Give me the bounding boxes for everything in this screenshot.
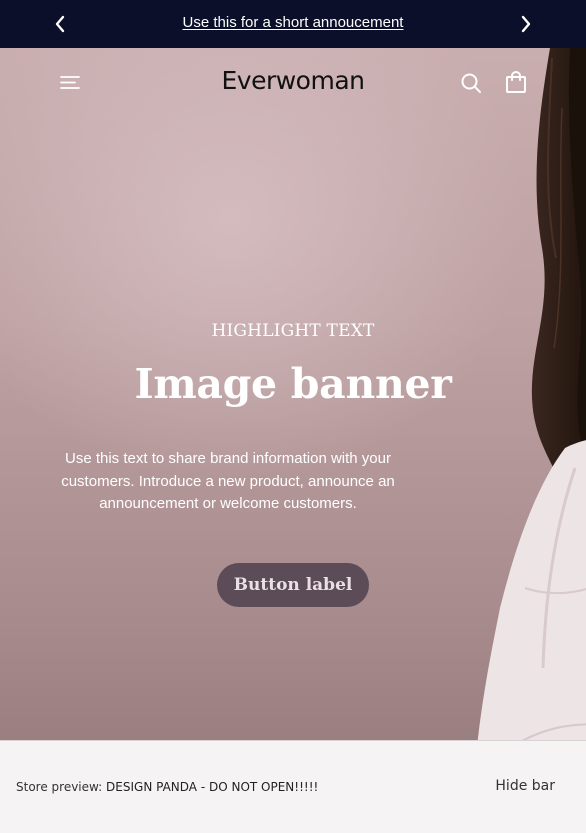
- hero-description: Use this text to share brand information…: [61, 450, 395, 512]
- hero-cta-button[interactable]: Button label: [217, 563, 369, 607]
- chevron-right-icon[interactable]: [515, 13, 537, 35]
- image-banner: Everwoman HIGHLIGHT TEXT Image banner Us…: [0, 48, 586, 740]
- shopping-bag-icon[interactable]: [505, 70, 527, 98]
- hero-eyebrow: HIGHLIGHT TEXT: [211, 321, 375, 341]
- preview-prefix: Store preview:: [16, 780, 107, 794]
- banner-photo-dress: [477, 440, 586, 740]
- hide-bar-button[interactable]: Hide bar: [495, 778, 555, 794]
- store-name: DESIGN PANDA - DO NOT OPEN!!!!!: [106, 780, 319, 794]
- brand-logo[interactable]: Everwoman: [0, 66, 586, 95]
- preview-label: Store preview: DESIGN PANDA - DO NOT OPE…: [16, 780, 318, 794]
- announcement-link[interactable]: Use this for a short annoucement: [0, 14, 586, 31]
- hero-title: Image banner: [134, 360, 452, 408]
- announcement-bar: Use this for a short annoucement: [0, 0, 586, 48]
- store-preview-bar: Store preview: DESIGN PANDA - DO NOT OPE…: [0, 740, 586, 833]
- search-icon[interactable]: [460, 72, 482, 98]
